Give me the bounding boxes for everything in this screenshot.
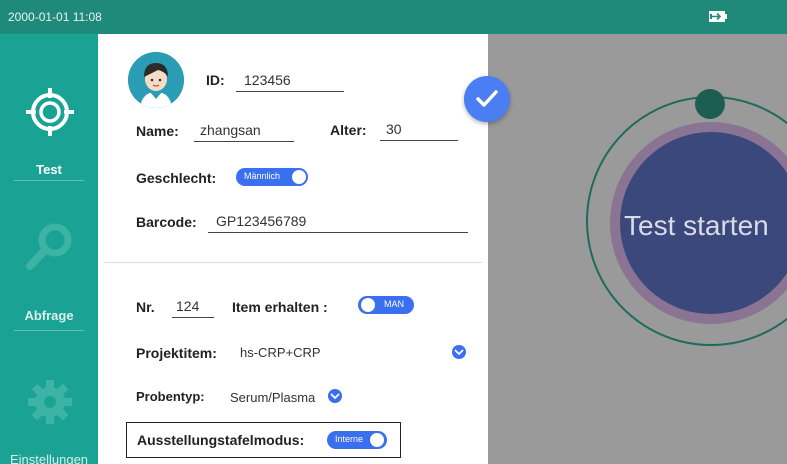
item-received-toggle[interactable]: MAN bbox=[358, 296, 414, 314]
display-mode-label: Ausstellungstafelmodus: bbox=[137, 432, 305, 448]
id-field-underline bbox=[236, 91, 344, 92]
toggle-knob bbox=[370, 433, 384, 447]
status-datetime: 2000-01-01 11:08 bbox=[8, 10, 102, 24]
nr-field-underline bbox=[172, 317, 214, 318]
gender-label: Geschlecht: bbox=[136, 170, 217, 186]
sidebar-item-label: Einstellungen bbox=[9, 452, 89, 464]
display-mode-toggle-text: Interne bbox=[335, 434, 364, 444]
sidebar-item-label: Abfrage bbox=[24, 308, 74, 323]
sidebar-item-abfrage[interactable]: Abfrage bbox=[0, 184, 98, 334]
toggle-knob bbox=[361, 298, 375, 312]
age-field[interactable]: 30 bbox=[386, 121, 402, 137]
status-bar: 2000-01-01 11:08 bbox=[0, 0, 787, 34]
chevron-down-icon[interactable] bbox=[452, 345, 466, 359]
nr-label: Nr. bbox=[136, 299, 155, 315]
gear-icon bbox=[24, 376, 76, 428]
project-item-label: Projektitem: bbox=[136, 345, 217, 361]
magnifier-icon bbox=[24, 220, 76, 272]
crosshair-icon bbox=[24, 86, 76, 138]
sidebar-divider bbox=[14, 180, 84, 181]
display-mode-toggle[interactable]: Interne bbox=[327, 431, 387, 449]
age-label: Alter: bbox=[330, 122, 367, 138]
barcode-field[interactable]: GP123456789 bbox=[216, 213, 306, 229]
sample-type-value[interactable]: Serum/Plasma bbox=[230, 390, 315, 405]
toggle-knob bbox=[292, 170, 306, 184]
barcode-label: Barcode: bbox=[136, 214, 197, 230]
display-mode-box: Ausstellungstafelmodus: Interne bbox=[126, 422, 401, 458]
sidebar-item-test[interactable]: Test bbox=[0, 34, 98, 184]
patient-form: ID: 123456 Name: zhangsan Alter: 30 Gesc… bbox=[98, 34, 488, 464]
start-panel-overlay: Test starten bbox=[488, 34, 787, 464]
name-field[interactable]: zhangsan bbox=[200, 122, 261, 138]
section-divider bbox=[104, 262, 482, 263]
confirm-button[interactable] bbox=[464, 76, 510, 122]
start-test-label: Test starten bbox=[624, 210, 769, 241]
sample-type-label: Probentyp: bbox=[136, 389, 205, 404]
name-field-underline bbox=[194, 141, 294, 142]
sidebar-divider bbox=[14, 330, 84, 331]
sidebar-item-einstellungen[interactable]: Einstellungen bbox=[0, 334, 98, 464]
item-received-toggle-text: MAN bbox=[384, 299, 404, 309]
item-received-label: Item erhalten : bbox=[232, 299, 328, 315]
id-label: ID: bbox=[206, 72, 225, 88]
sidebar-item-label: Test bbox=[36, 162, 62, 177]
id-field[interactable]: 123456 bbox=[244, 72, 291, 88]
project-item-value[interactable]: hs-CRP+CRP bbox=[240, 345, 321, 360]
age-field-underline bbox=[380, 140, 458, 141]
chevron-down-icon[interactable] bbox=[328, 389, 342, 403]
nr-field[interactable]: 124 bbox=[176, 298, 199, 314]
name-label: Name: bbox=[136, 123, 179, 139]
gender-toggle[interactable]: Männlich bbox=[236, 168, 308, 186]
charging-battery-icon bbox=[708, 10, 728, 23]
sidebar: Test Abfrage Einstellungen bbox=[0, 34, 98, 464]
barcode-field-underline bbox=[208, 232, 468, 233]
progress-indicator-dot bbox=[695, 89, 725, 119]
gender-toggle-text: Männlich bbox=[244, 171, 281, 181]
user-avatar-icon bbox=[128, 52, 184, 108]
